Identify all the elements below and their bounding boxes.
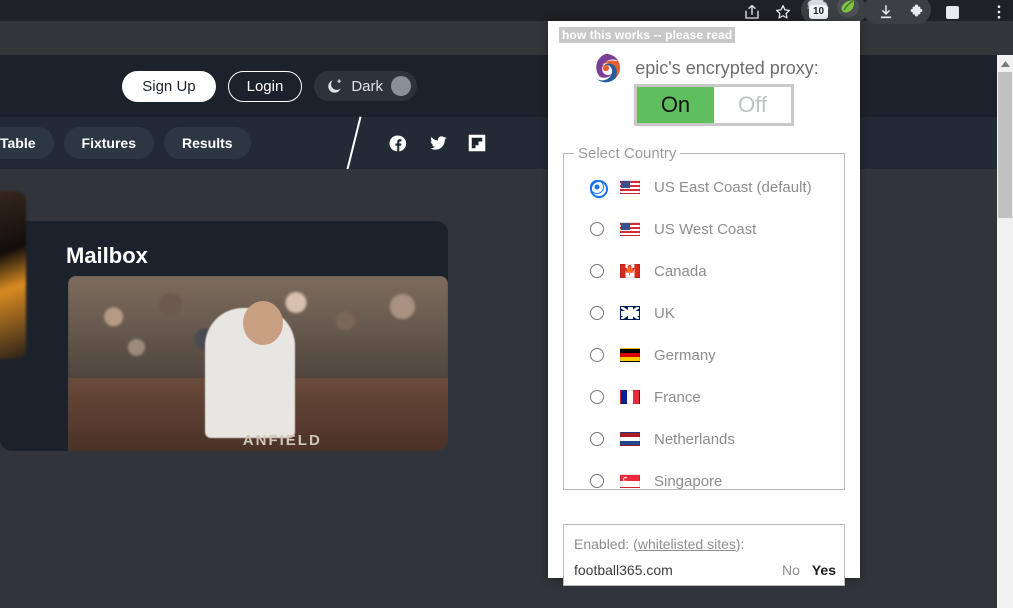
flag-netherlands-icon xyxy=(620,432,640,446)
country-option-canada[interactable]: 🍁 Canada xyxy=(564,250,844,292)
dark-mode-label: Dark xyxy=(351,77,383,95)
nav-item-results[interactable]: Results xyxy=(164,127,251,159)
dark-mode-knob[interactable] xyxy=(391,76,411,96)
mailbox-title: Mailbox xyxy=(66,243,148,268)
nav-item-table[interactable]: Table xyxy=(0,127,54,159)
flag-singapore-icon xyxy=(620,474,640,488)
screen: Sign Up Login Dark Table Fixtures Result… xyxy=(0,0,1013,608)
social-links xyxy=(389,134,486,153)
photo-caption: ANFIELD xyxy=(242,432,322,449)
extensions-puzzle-icon[interactable] xyxy=(901,1,935,22)
country-label: Germany xyxy=(654,346,716,364)
chrome-menu-icon[interactable] xyxy=(982,1,1013,22)
extension-badge-count: 10 xyxy=(809,5,828,19)
flag-france-icon xyxy=(620,390,640,404)
country-label: Canada xyxy=(654,262,707,280)
popup-header: epic's encrypted proxy: xyxy=(548,51,860,85)
country-option-us-east[interactable]: US East Coast (default) xyxy=(564,166,844,208)
twitter-icon[interactable] xyxy=(428,134,448,153)
flag-us-icon xyxy=(620,180,640,194)
whitelist-site-name: football365.com xyxy=(574,562,673,578)
mailbox-photo: ANFIELD xyxy=(68,276,448,451)
photo-figure-head xyxy=(242,300,283,345)
radio-us-east[interactable] xyxy=(590,180,608,198)
radio-france[interactable] xyxy=(590,390,604,404)
radio-uk[interactable] xyxy=(590,306,604,320)
bookmark-star-icon[interactable] xyxy=(766,1,800,22)
country-option-us-west[interactable]: US West Coast xyxy=(564,208,844,250)
select-country-group: Select Country US East Coast (default) U… xyxy=(563,145,845,490)
country-label: US East Coast (default) xyxy=(654,178,812,196)
enabled-label: Enabled: (whitelisted sites): xyxy=(574,536,744,552)
radio-netherlands[interactable] xyxy=(590,432,604,446)
side-thumbnail[interactable] xyxy=(0,191,26,359)
how-it-works-link[interactable]: how this works -- please read xyxy=(559,27,736,43)
proxy-on-button[interactable]: On xyxy=(637,87,714,123)
sign-up-button[interactable]: Sign Up xyxy=(122,70,216,102)
nav-divider xyxy=(346,116,362,170)
scrollbar-up-arrow-icon[interactable] xyxy=(997,55,1013,72)
flag-us-icon xyxy=(620,222,640,236)
radio-singapore[interactable] xyxy=(590,474,604,488)
share-icon[interactable] xyxy=(735,1,769,22)
radio-germany[interactable] xyxy=(590,348,604,362)
country-label: France xyxy=(654,388,701,406)
radio-us-west[interactable] xyxy=(590,222,604,236)
whitelist-yes-button[interactable]: Yes xyxy=(812,562,836,578)
browser-toolbar: 10 xyxy=(0,0,1013,24)
downloads-icon[interactable] xyxy=(869,1,903,22)
radio-canada[interactable] xyxy=(590,264,604,278)
dark-mode-toggle[interactable]: Dark xyxy=(314,71,417,101)
scrollbar-thumb[interactable] xyxy=(998,72,1012,218)
epic-proxy-popup: how this works -- please read epic's enc… xyxy=(548,21,860,586)
flag-germany-icon xyxy=(620,348,640,362)
whitelist-answers: No Yes xyxy=(782,562,836,578)
country-option-france[interactable]: France xyxy=(564,376,844,418)
epic-browser-logo xyxy=(589,51,623,85)
country-label: UK xyxy=(654,304,675,322)
whitelist-no-button[interactable]: No xyxy=(782,562,800,578)
country-option-netherlands[interactable]: Netherlands xyxy=(564,418,844,460)
epic-proxy-extension-icon[interactable] xyxy=(836,0,860,19)
country-label: Singapore xyxy=(654,472,723,490)
country-option-uk[interactable]: UK xyxy=(564,292,844,334)
login-button[interactable]: Login xyxy=(227,70,303,102)
country-label: US West Coast xyxy=(654,220,757,238)
enabled-prefix: Enabled: ( xyxy=(574,536,638,552)
mailbox-card[interactable]: Mailbox ANFIELD xyxy=(0,221,448,451)
country-option-singapore[interactable]: Singapore xyxy=(564,460,844,502)
country-label: Netherlands xyxy=(654,430,735,448)
flipboard-icon[interactable] xyxy=(468,134,486,152)
browser-secondary-band xyxy=(0,21,1013,55)
whitelist-row: football365.com No Yes xyxy=(574,562,836,578)
popup-title: epic's encrypted proxy: xyxy=(635,57,819,78)
page-scrollbar[interactable] xyxy=(997,55,1013,608)
select-country-legend: Select Country xyxy=(578,145,677,162)
flag-uk-icon xyxy=(620,306,640,320)
side-panel-icon[interactable] xyxy=(935,2,969,23)
nav-item-fixtures[interactable]: Fixtures xyxy=(63,127,154,159)
flag-canada-icon: 🍁 xyxy=(620,264,640,278)
whitelisted-sites-link[interactable]: whitelisted sites xyxy=(638,536,736,552)
enabled-suffix: ): xyxy=(735,536,745,552)
enabled-sites-box: Enabled: (whitelisted sites): football36… xyxy=(563,524,845,586)
proxy-off-button[interactable]: Off xyxy=(714,87,791,123)
facebook-icon[interactable] xyxy=(389,134,408,153)
proxy-toggle: On Off xyxy=(634,84,794,126)
country-option-germany[interactable]: Germany xyxy=(564,334,844,376)
moon-icon xyxy=(326,78,343,95)
